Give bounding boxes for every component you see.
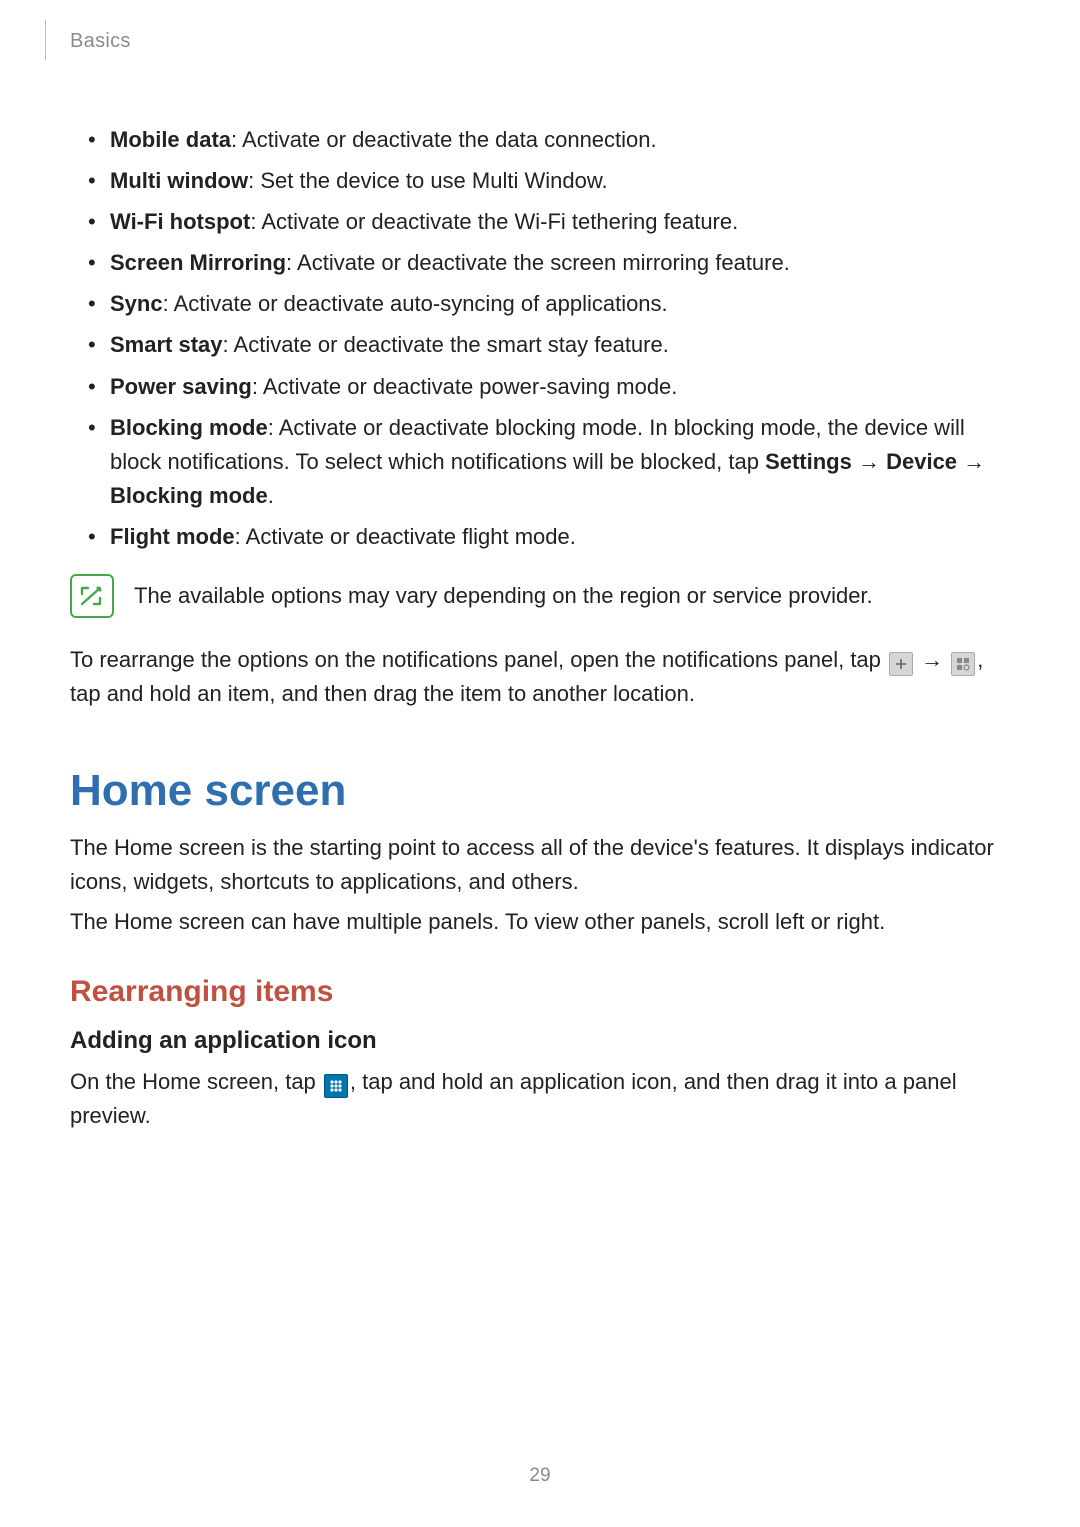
- header-rule: [45, 20, 46, 60]
- feature-desc: : Activate or deactivate flight mode.: [235, 524, 576, 549]
- feature-list: Mobile data: Activate or deactivate the …: [70, 123, 1010, 554]
- note-text: The available options may vary depending…: [134, 579, 873, 613]
- list-item: Screen Mirroring: Activate or deactivate…: [92, 246, 1010, 280]
- settings-path-device: Device: [886, 449, 957, 474]
- feature-desc: : Activate or deactivate the screen mirr…: [286, 250, 790, 275]
- page-header: Basics: [70, 30, 1010, 53]
- feature-term: Mobile data: [110, 127, 231, 152]
- feature-desc: : Activate or deactivate the smart stay …: [223, 332, 669, 357]
- feature-term: Power saving: [110, 374, 252, 399]
- settings-path-blocking: Blocking mode: [110, 483, 268, 508]
- list-item: Smart stay: Activate or deactivate the s…: [92, 328, 1010, 362]
- list-item: Power saving: Activate or deactivate pow…: [92, 370, 1010, 404]
- settings-path-settings: Settings: [765, 449, 852, 474]
- document-page: Basics Mobile data: Activate or deactiva…: [0, 0, 1080, 1527]
- list-item: Blocking mode: Activate or deactivate bl…: [92, 411, 1010, 513]
- feature-term: Blocking mode: [110, 415, 268, 440]
- rearrange-paragraph: To rearrange the options on the notifica…: [70, 643, 1010, 711]
- feature-term: Wi-Fi hotspot: [110, 209, 250, 234]
- page-number: 29: [0, 1465, 1080, 1487]
- home-screen-p2: The Home screen can have multiple panels…: [70, 905, 1010, 939]
- feature-term: Smart stay: [110, 332, 223, 357]
- list-item: Flight mode: Activate or deactivate flig…: [92, 520, 1010, 554]
- home-screen-p1: The Home screen is the starting point to…: [70, 831, 1010, 899]
- feature-desc: : Set the device to use Multi Window.: [248, 168, 608, 193]
- edit-panel-icon: [951, 652, 975, 676]
- text-run: To rearrange the options on the notifica…: [70, 647, 887, 672]
- arrow-icon: →: [852, 449, 886, 474]
- adding-icon-paragraph: On the Home screen, tap , tap and hold a…: [70, 1065, 1010, 1133]
- feature-term: Sync: [110, 291, 163, 316]
- subsection-title-rearranging: Rearranging items: [70, 975, 1010, 1009]
- feature-desc: : Activate or deactivate the Wi-Fi tethe…: [250, 209, 738, 234]
- heading-adding-icon: Adding an application icon: [70, 1027, 1010, 1055]
- feature-desc: : Activate or deactivate the data connec…: [231, 127, 657, 152]
- feature-desc: : Activate or deactivate auto-syncing of…: [163, 291, 668, 316]
- list-item: Mobile data: Activate or deactivate the …: [92, 123, 1010, 157]
- period: .: [268, 483, 274, 508]
- note-icon: [70, 574, 114, 618]
- feature-desc: : Activate or deactivate power-saving mo…: [252, 374, 678, 399]
- list-item: Wi-Fi hotspot: Activate or deactivate th…: [92, 205, 1010, 239]
- arrow-icon: →: [957, 449, 985, 474]
- arrow-icon: →: [915, 647, 949, 672]
- expand-icon: [889, 652, 913, 676]
- feature-term: Multi window: [110, 168, 248, 193]
- apps-icon: [324, 1074, 348, 1098]
- text-run: On the Home screen, tap: [70, 1069, 322, 1094]
- section-title-home-screen: Home screen: [70, 766, 1010, 816]
- list-item: Sync: Activate or deactivate auto-syncin…: [92, 287, 1010, 321]
- list-item: Multi window: Set the device to use Mult…: [92, 164, 1010, 198]
- feature-term: Flight mode: [110, 524, 235, 549]
- chapter-label: Basics: [70, 30, 1010, 53]
- feature-term: Screen Mirroring: [110, 250, 286, 275]
- note-callout: The available options may vary depending…: [70, 574, 1010, 618]
